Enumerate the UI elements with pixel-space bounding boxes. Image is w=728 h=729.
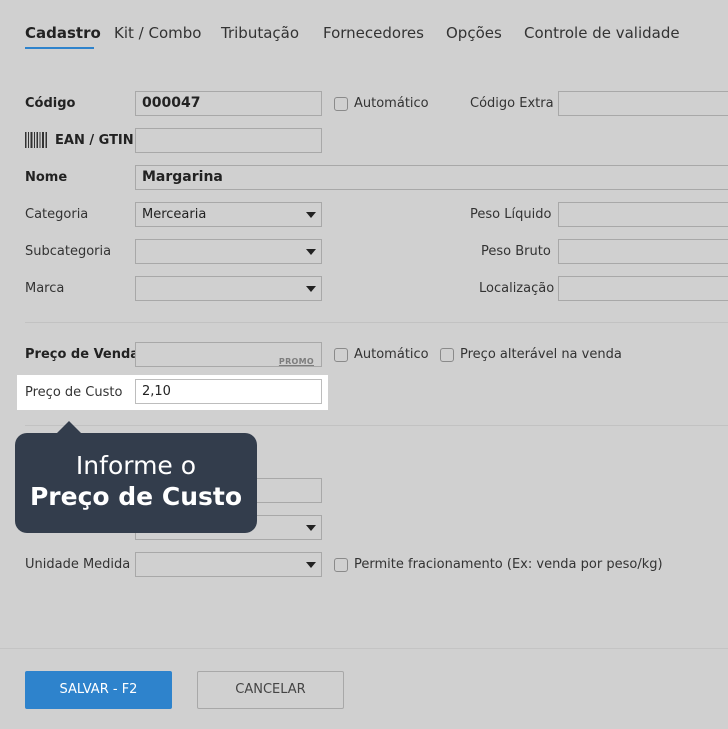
tooltip-arrow	[56, 421, 82, 434]
categoria-value: Mercearia	[142, 207, 207, 222]
subcategoria-select[interactable]	[135, 239, 322, 264]
promo-link[interactable]: PROMO	[279, 350, 314, 366]
localizacao-label: Localização	[479, 281, 555, 296]
categoria-label: Categoria	[25, 207, 89, 222]
product-form-page: Cadastro Kit / Combo Tributação Forneced…	[0, 0, 728, 729]
codigo-label: Código	[25, 96, 76, 111]
categoria-select[interactable]: Mercearia	[135, 202, 322, 227]
tab-fornecedores[interactable]: Fornecedores	[323, 24, 424, 42]
tab-kit-combo[interactable]: Kit / Combo	[114, 24, 201, 42]
chevron-down-icon	[306, 525, 316, 531]
tooltip-line-2: Preço de Custo	[29, 482, 242, 511]
tab-controle-validade[interactable]: Controle de validade	[524, 24, 680, 42]
preco-custo-label: Preço de Custo	[25, 385, 123, 400]
preco-venda-input[interactable]: PROMO	[135, 342, 322, 367]
codigo-automatico-checkbox[interactable]	[334, 97, 348, 111]
chevron-down-icon	[306, 286, 316, 292]
preco-venda-automatico-label: Automático	[354, 347, 429, 362]
peso-liquido-input[interactable]	[558, 202, 728, 227]
permite-fracionamento-checkbox[interactable]	[334, 558, 348, 572]
codigo-extra-input[interactable]	[558, 91, 728, 116]
chevron-down-icon	[306, 212, 316, 218]
peso-bruto-label: Peso Bruto	[481, 244, 551, 259]
unidade-medida-label: Unidade Medida	[25, 557, 131, 572]
codigo-input[interactable]: 000047	[135, 91, 322, 116]
chevron-down-icon	[306, 562, 316, 568]
preco-alteravel-checkbox[interactable]	[440, 348, 454, 362]
preco-venda-automatico-checkbox[interactable]	[334, 348, 348, 362]
localizacao-input[interactable]	[558, 276, 728, 301]
ean-label: EAN / GTIN	[55, 133, 134, 148]
permite-fracionamento-label: Permite fracionamento (Ex: venda por pes…	[354, 557, 663, 572]
marca-label: Marca	[25, 281, 65, 296]
marca-select[interactable]	[135, 276, 322, 301]
save-button[interactable]: SALVAR - F2	[25, 671, 172, 709]
barcode-icon	[25, 132, 47, 148]
preco-venda-label: Preço de Venda	[25, 347, 140, 362]
tab-opcoes[interactable]: Opções	[446, 24, 502, 42]
chevron-down-icon	[306, 249, 316, 255]
codigo-automatico-label: Automático	[354, 96, 429, 111]
form-footer: SALVAR - F2 CANCELAR	[0, 648, 728, 729]
guide-tooltip: Informe o Preço de Custo	[15, 421, 257, 533]
active-tab-indicator	[25, 47, 94, 49]
peso-bruto-input[interactable]	[558, 239, 728, 264]
preco-alteravel-label: Preço alterável na venda	[460, 347, 622, 362]
tab-tributacao[interactable]: Tributação	[221, 24, 299, 42]
ean-input[interactable]	[135, 128, 322, 153]
cancel-button[interactable]: CANCELAR	[197, 671, 344, 709]
section-divider	[25, 322, 728, 323]
codigo-extra-label: Código Extra	[470, 96, 554, 111]
tab-cadastro[interactable]: Cadastro	[25, 24, 101, 42]
nome-input[interactable]: Margarina	[135, 165, 728, 190]
subcategoria-label: Subcategoria	[25, 244, 112, 259]
unidade-medida-select[interactable]	[135, 552, 322, 577]
peso-liquido-label: Peso Líquido	[470, 207, 552, 222]
preco-custo-input[interactable]: 2,10	[135, 379, 322, 404]
nome-label: Nome	[25, 170, 68, 185]
section-divider	[25, 425, 728, 426]
tooltip-line-1: Informe o	[75, 451, 197, 480]
